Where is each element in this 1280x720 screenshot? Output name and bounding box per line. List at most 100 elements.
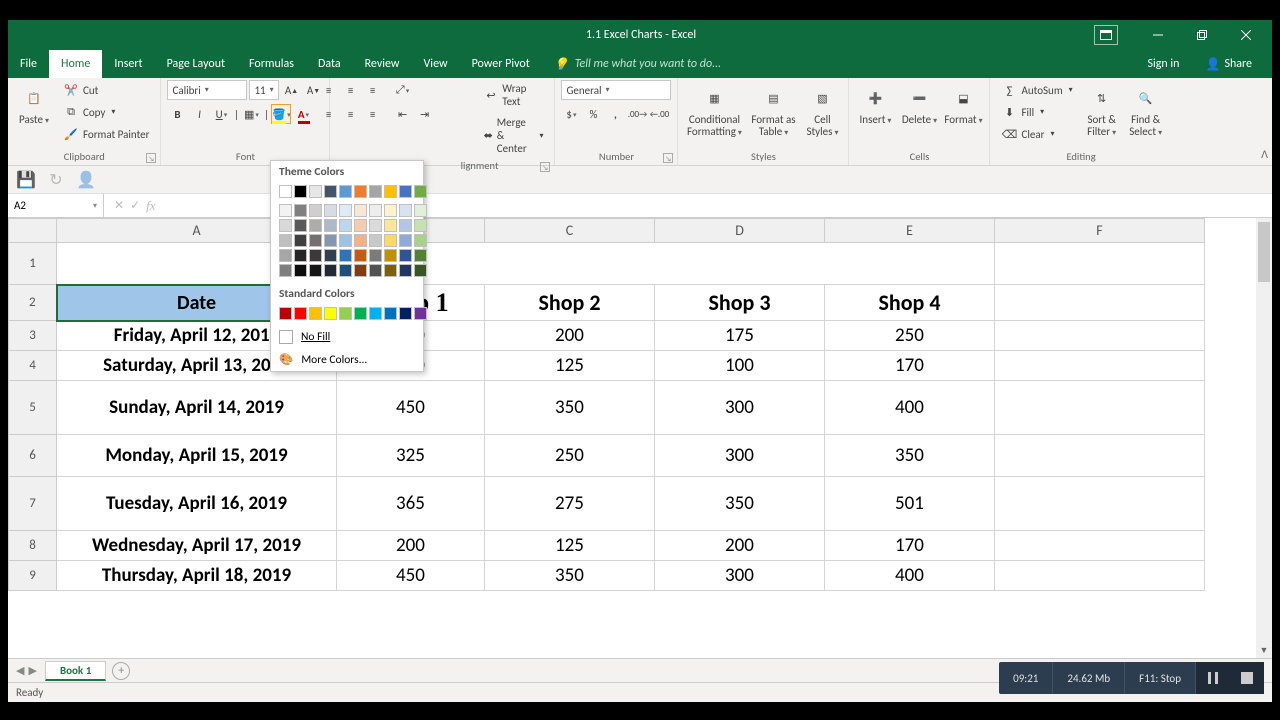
color-swatch[interactable]	[369, 234, 382, 247]
format-painter-button[interactable]: 🖌️Format Painter	[58, 124, 154, 144]
no-fill-option[interactable]: No Fill	[271, 326, 423, 348]
cell[interactable]: 400	[825, 561, 995, 591]
fill-color-button[interactable]: 🪣	[271, 104, 291, 124]
comma-icon[interactable]: ,	[605, 104, 625, 124]
fill-button[interactable]: ⬇Fill▾	[996, 102, 1077, 122]
increase-font-icon[interactable]: A▲	[281, 80, 301, 100]
recorder-stop-button[interactable]	[1230, 662, 1264, 694]
color-swatch[interactable]	[339, 185, 352, 198]
tab-view[interactable]: View	[412, 50, 460, 78]
row-header-9[interactable]: 9	[9, 561, 57, 591]
color-swatch[interactable]	[339, 219, 352, 232]
color-swatch[interactable]	[399, 219, 412, 232]
maximize-button[interactable]	[1182, 20, 1222, 50]
color-swatch[interactable]	[339, 307, 352, 320]
color-swatch[interactable]	[309, 264, 322, 277]
align-top-icon[interactable]: ≡	[319, 80, 339, 100]
cell[interactable]: Shop 2	[485, 285, 655, 321]
color-swatch[interactable]	[354, 264, 367, 277]
cell[interactable]: Tuesday, April 16, 2019	[57, 477, 337, 531]
cell[interactable]	[995, 531, 1205, 561]
decrease-decimal-icon[interactable]: ←.00	[649, 104, 669, 124]
redo-icon[interactable]: ↻	[46, 170, 66, 190]
color-swatch[interactable]	[294, 185, 307, 198]
row-header-1[interactable]: 1	[9, 243, 57, 285]
color-swatch[interactable]	[414, 264, 427, 277]
color-swatch[interactable]	[354, 219, 367, 232]
minimize-button[interactable]	[1138, 20, 1178, 50]
sheet-tab-book1[interactable]: Book 1	[45, 661, 106, 681]
alignment-dialog-launcher[interactable]: ↘	[540, 162, 550, 172]
color-swatch[interactable]	[399, 204, 412, 217]
color-swatch[interactable]	[399, 249, 412, 262]
color-swatch[interactable]	[324, 234, 337, 247]
color-swatch[interactable]	[384, 307, 397, 320]
tab-page-layout[interactable]: Page Layout	[155, 50, 237, 78]
row-header-7[interactable]: 7	[9, 477, 57, 531]
cell[interactable]	[995, 561, 1205, 591]
bold-button[interactable]: B	[167, 104, 187, 124]
cell[interactable]	[995, 285, 1205, 321]
color-swatch[interactable]	[384, 264, 397, 277]
cell[interactable]	[995, 381, 1205, 435]
tell-me-search[interactable]: 💡 Tell me what you want to do...	[542, 50, 1138, 78]
color-swatch[interactable]	[384, 234, 397, 247]
decrease-indent-icon[interactable]: ⇤	[393, 104, 413, 124]
align-middle-icon[interactable]: ≡	[341, 80, 361, 100]
find-select-button[interactable]: 🔍Find & Select	[1126, 80, 1166, 141]
worksheet-grid[interactable]: ABCDEF 1Sales Data2DateShop 1Shop 2Shop …	[8, 218, 1272, 658]
name-box[interactable]: A2	[8, 194, 104, 217]
tab-home[interactable]: Home	[49, 50, 102, 78]
color-swatch[interactable]	[309, 204, 322, 217]
row-header-5[interactable]: 5	[9, 381, 57, 435]
align-right-icon[interactable]: ≡	[363, 104, 383, 124]
row-header-3[interactable]: 3	[9, 321, 57, 351]
font-size-select[interactable]: 11	[249, 80, 279, 100]
cell[interactable]: Monday, April 15, 2019	[57, 435, 337, 477]
cell[interactable]: Thursday, April 18, 2019	[57, 561, 337, 591]
new-sheet-button[interactable]: +	[112, 662, 130, 680]
cell[interactable]: 400	[825, 381, 995, 435]
fx-icon[interactable]: fx	[146, 198, 155, 214]
wrap-text-button[interactable]: ↩Wrap Text	[479, 80, 549, 110]
row-header-4[interactable]: 4	[9, 351, 57, 381]
cell[interactable]: 175	[655, 321, 825, 351]
cut-button[interactable]: ✂️Cut	[58, 80, 154, 100]
select-all-corner[interactable]	[9, 219, 57, 243]
cell[interactable]	[995, 477, 1205, 531]
color-swatch[interactable]	[414, 234, 427, 247]
color-swatch[interactable]	[399, 264, 412, 277]
cell[interactable]: 300	[655, 381, 825, 435]
copy-button[interactable]: ⧉Copy▾	[58, 102, 154, 122]
share-button[interactable]: 👤 Share	[1195, 57, 1262, 72]
color-swatch[interactable]	[279, 307, 292, 320]
cell[interactable]	[995, 351, 1205, 381]
delete-cells-button[interactable]: ➖Delete	[899, 80, 939, 129]
sheet-nav-prev-icon[interactable]: ◀	[16, 664, 24, 677]
cancel-formula-icon[interactable]: ✕	[114, 198, 124, 213]
cell[interactable]: 170	[825, 351, 995, 381]
align-left-icon[interactable]: ≡	[319, 104, 339, 124]
cell[interactable]	[995, 243, 1205, 285]
cell[interactable]: 200	[485, 321, 655, 351]
format-as-table-button[interactable]: ▤Format as Table	[748, 80, 798, 141]
clear-button[interactable]: ⌫Clear▾	[996, 124, 1077, 144]
cell[interactable]: 501	[825, 477, 995, 531]
cell[interactable]	[995, 435, 1205, 477]
autosum-button[interactable]: ∑AutoSum▾	[996, 80, 1077, 100]
cell-styles-button[interactable]: ▧Cell Styles	[802, 80, 842, 141]
color-swatch[interactable]	[354, 185, 367, 198]
color-swatch[interactable]	[369, 249, 382, 262]
cell[interactable]: 170	[825, 531, 995, 561]
color-swatch[interactable]	[324, 185, 337, 198]
color-swatch[interactable]	[309, 185, 322, 198]
cell[interactable]: 350	[485, 561, 655, 591]
cell[interactable]: Wednesday, April 17, 2019	[57, 531, 337, 561]
color-swatch[interactable]	[339, 204, 352, 217]
paste-button[interactable]: 📋 Paste	[14, 80, 54, 129]
color-swatch[interactable]	[354, 307, 367, 320]
color-swatch[interactable]	[294, 249, 307, 262]
cell[interactable]: 350	[655, 477, 825, 531]
sort-filter-button[interactable]: ⇅Sort & Filter	[1082, 80, 1122, 141]
color-swatch[interactable]	[294, 204, 307, 217]
